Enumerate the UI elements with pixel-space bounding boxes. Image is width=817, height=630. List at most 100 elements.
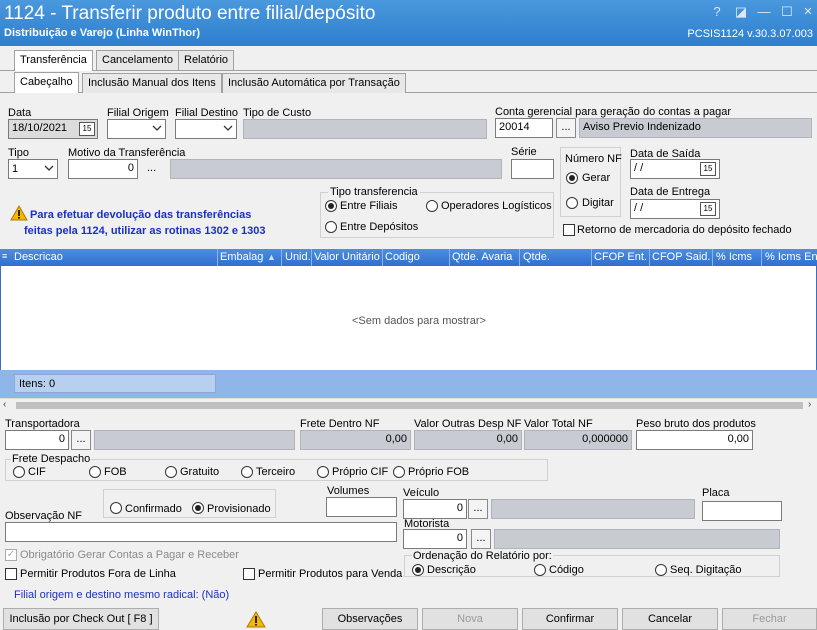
peso-field[interactable]: 0,00 xyxy=(636,430,753,450)
conta-code-field[interactable]: 20014 xyxy=(495,118,553,138)
terceiro-radio[interactable] xyxy=(241,466,253,478)
ord-codigo-label: Código xyxy=(549,564,584,576)
volumes-field[interactable] xyxy=(326,497,397,517)
confirmado-label: Confirmado xyxy=(125,503,182,515)
col-qtde-avaria[interactable]: Qtde. Avaria xyxy=(452,251,518,263)
col-codigo[interactable]: Codigo xyxy=(385,251,449,263)
scroll-left-icon[interactable]: ‹ xyxy=(3,399,6,410)
transportadora-field[interactable]: 0 xyxy=(5,430,69,450)
window-title: 1124 - Transferir produto entre filial/d… xyxy=(4,3,376,24)
horizontal-scrollbar[interactable]: ‹ › xyxy=(0,398,817,412)
filial-destino-select[interactable] xyxy=(175,119,237,139)
fora-linha-checkbox[interactable] xyxy=(5,568,17,580)
retorno-checkbox[interactable] xyxy=(563,224,575,236)
col-sep xyxy=(449,249,450,266)
tipo-select[interactable]: 1 xyxy=(8,159,58,179)
col-cfop-ent[interactable]: CFOP Ent. xyxy=(594,251,648,263)
frete-dentro-value: 0,00 xyxy=(385,433,407,445)
checkout-button[interactable]: Inclusão por Check Out [ F8 ] xyxy=(3,608,159,630)
nova-button[interactable]: Nova xyxy=(422,608,518,630)
col-valor-unitario[interactable]: Valor Unitário xyxy=(314,251,382,263)
col-sep xyxy=(519,249,520,266)
proprio-fob-radio[interactable] xyxy=(393,466,405,478)
gratuito-label: Gratuito xyxy=(180,466,220,478)
observacoes-button[interactable]: Observações xyxy=(322,608,418,630)
grid-menu-icon[interactable]: ≡ xyxy=(2,251,10,263)
transportadora-search-button[interactable]: ... xyxy=(71,430,91,450)
provisionado-radio[interactable] xyxy=(192,502,204,514)
fob-radio[interactable] xyxy=(89,466,101,478)
col-embalagem[interactable]: Embalage xyxy=(220,251,264,263)
cancelar-button[interactable]: Cancelar xyxy=(622,608,718,630)
terceiro-label: Terceiro xyxy=(256,466,296,478)
help-icon[interactable]: ? xyxy=(708,4,726,20)
grid-footer: Itens: 0 xyxy=(0,370,817,398)
col-sep xyxy=(761,249,762,266)
fob-label: FOB xyxy=(104,466,127,478)
veiculo-field[interactable]: 0 xyxy=(403,499,467,519)
data-entrega-label: Data de Entrega xyxy=(630,186,711,198)
observacao-field[interactable] xyxy=(5,522,397,542)
tab-cabecalho[interactable]: Cabeçalho xyxy=(14,72,79,93)
proprio-cif-radio[interactable] xyxy=(317,466,329,478)
col-icms-ent[interactable]: % Icms Ent xyxy=(765,251,817,263)
minimize-icon[interactable]: — xyxy=(755,4,773,20)
calendar-icon[interactable]: 15 xyxy=(700,162,716,176)
tipo-custo-field[interactable] xyxy=(243,119,487,139)
transportadora-value: 0 xyxy=(58,433,65,445)
tipo-transferencia-label: Tipo transferencia xyxy=(328,186,420,198)
conta-label: Conta gerencial para geração do contas a… xyxy=(495,106,732,118)
entre-filiais-label: Entre Filiais xyxy=(340,200,398,212)
para-venda-checkbox[interactable] xyxy=(243,568,255,580)
tab-cancelamento[interactable]: Cancelamento xyxy=(96,50,179,70)
ord-descricao-radio[interactable] xyxy=(412,564,424,576)
motivo-desc-field xyxy=(170,159,502,179)
col-descricao[interactable]: Descricao xyxy=(14,251,214,263)
tab-relatorio[interactable]: Relatório xyxy=(178,50,235,70)
ord-codigo-radio[interactable] xyxy=(534,564,546,576)
confirmado-radio[interactable] xyxy=(110,502,122,514)
tab-inclusao-automatica[interactable]: Inclusão Automática por Transação xyxy=(222,73,406,93)
calendar-icon[interactable]: 15 xyxy=(79,122,95,136)
maximize-icon[interactable]: ☐ xyxy=(778,4,796,20)
calendar-icon[interactable]: 15 xyxy=(700,202,716,216)
restore-icon[interactable]: ◪ xyxy=(732,4,750,20)
serie-label: Série xyxy=(511,146,537,158)
motivo-search-button[interactable]: ... xyxy=(147,162,156,174)
motorista-desc-field xyxy=(494,529,780,549)
entre-filiais-radio[interactable] xyxy=(325,200,337,212)
motivo-field[interactable]: 0 xyxy=(68,159,138,179)
ord-seq-radio[interactable] xyxy=(655,564,667,576)
col-cfop-said[interactable]: CFOP Said. xyxy=(652,251,712,263)
data-label: Data xyxy=(8,107,32,119)
tab-transferencia[interactable]: Transferência xyxy=(14,50,93,71)
confirmar-button[interactable]: Confirmar xyxy=(522,608,618,630)
entre-depositos-label: Entre Depósitos xyxy=(340,221,419,233)
veiculo-search-button[interactable]: ... xyxy=(468,499,488,519)
close-icon[interactable]: ✕ xyxy=(799,4,817,20)
warning-line-2: feitas pela 1124, utilizar as rotinas 13… xyxy=(24,225,266,237)
motorista-field[interactable]: 0 xyxy=(403,529,467,549)
col-qtde[interactable]: Qtde. xyxy=(523,251,589,263)
entre-depositos-radio[interactable] xyxy=(325,221,337,233)
fechar-button[interactable]: Fechar xyxy=(722,608,817,630)
frete-dentro-field: 0,00 xyxy=(300,430,411,450)
col-unid[interactable]: Unid. xyxy=(285,251,311,263)
conta-code-value: 20014 xyxy=(499,121,530,133)
operadores-radio[interactable] xyxy=(426,200,438,212)
scroll-right-icon[interactable]: › xyxy=(808,399,811,410)
gerar-radio[interactable] xyxy=(566,172,578,184)
placa-field[interactable] xyxy=(702,501,782,521)
filial-origem-label: Filial Origem xyxy=(107,107,169,119)
motorista-search-button[interactable]: ... xyxy=(471,529,491,549)
scroll-thumb[interactable] xyxy=(16,402,803,409)
col-icms[interactable]: % Icms xyxy=(716,251,760,263)
cif-radio[interactable] xyxy=(13,466,25,478)
serie-field[interactable] xyxy=(511,159,554,179)
tab-inclusao-manual[interactable]: Inclusão Manual dos Itens xyxy=(82,73,222,93)
gratuito-radio[interactable] xyxy=(165,466,177,478)
digitar-radio[interactable] xyxy=(566,197,578,209)
filial-origem-select[interactable] xyxy=(107,119,166,139)
volumes-label: Volumes xyxy=(327,485,370,497)
conta-search-button[interactable]: ... xyxy=(556,118,576,138)
